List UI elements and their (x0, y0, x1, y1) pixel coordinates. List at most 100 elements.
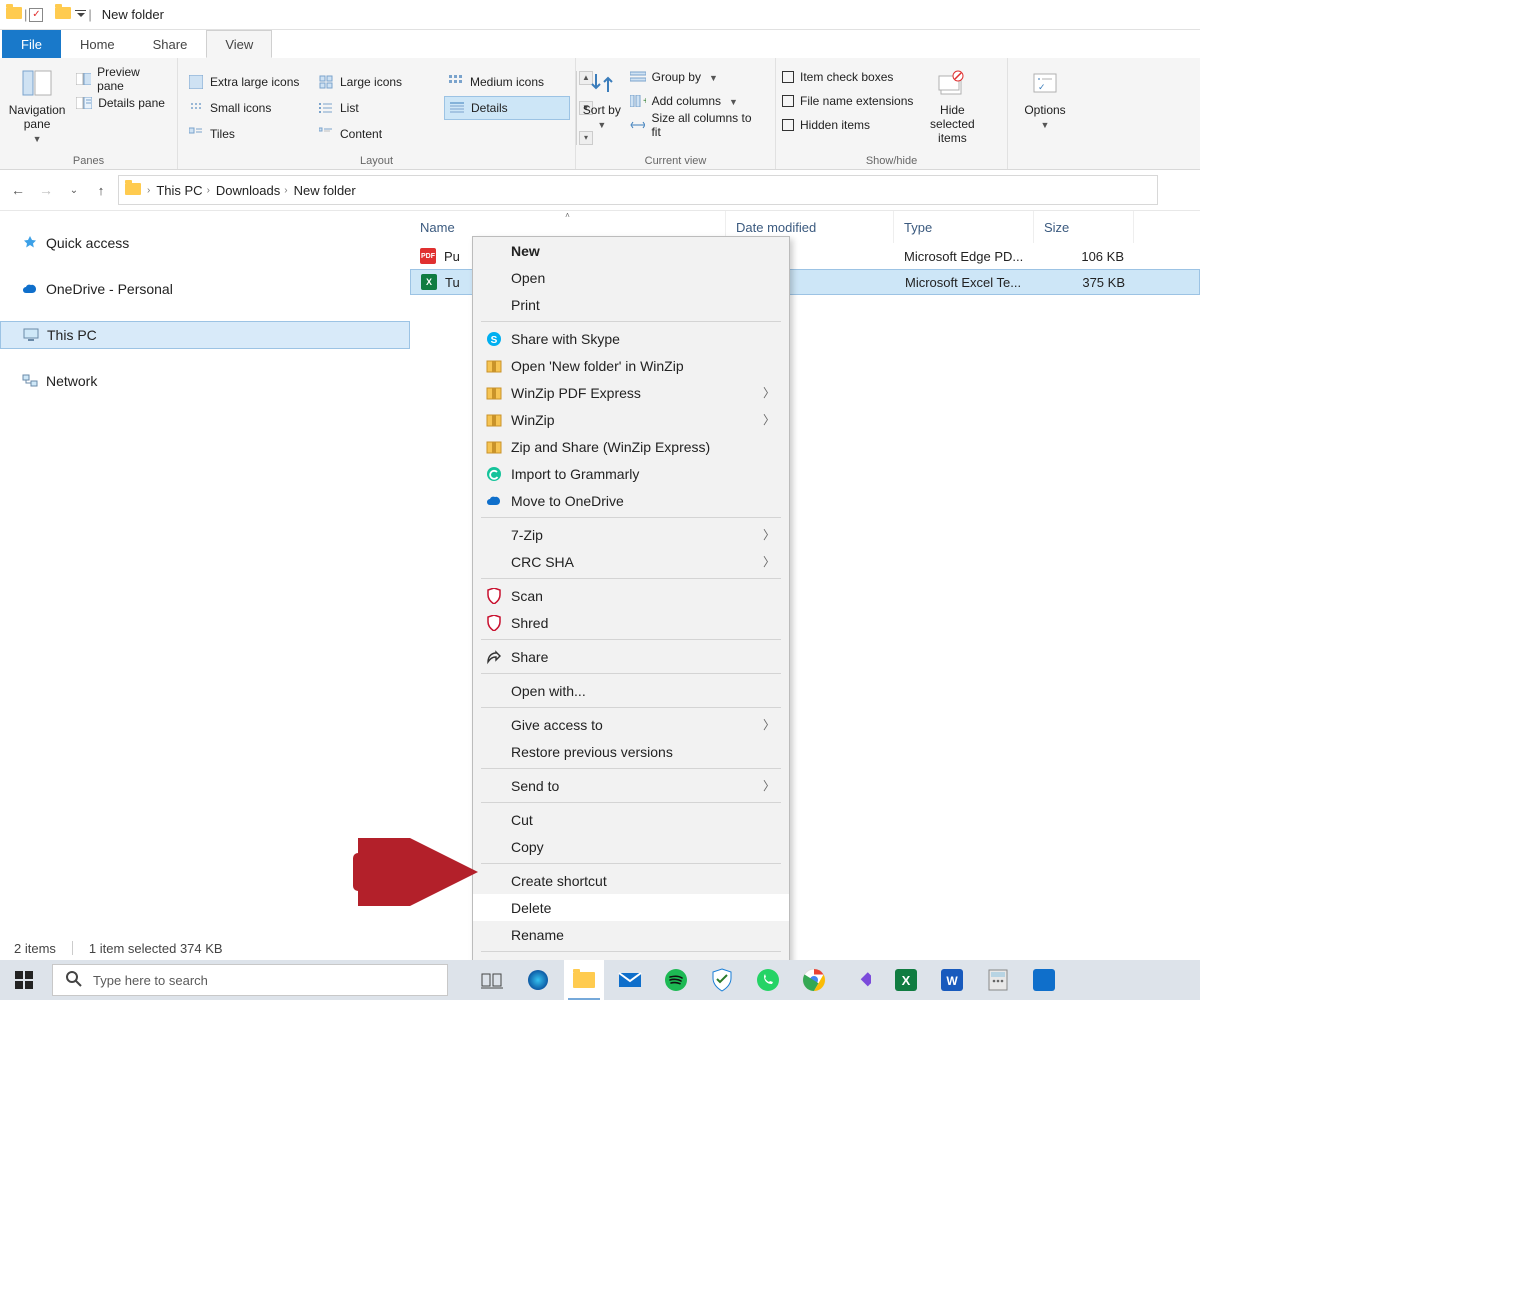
tab-view[interactable]: View (206, 30, 272, 58)
taskbar-spotify[interactable] (656, 960, 696, 1000)
sort-by-button[interactable]: Sort by ▼ (582, 62, 622, 130)
chevron-right-icon: 〉 (763, 411, 775, 428)
folder-icon-2 (55, 7, 71, 23)
context-menu-item[interactable]: Import to Grammarly (473, 460, 789, 487)
breadcrumb-this-pc[interactable]: This PC› (156, 183, 210, 198)
check-hidden-items[interactable]: Hidden items (782, 114, 913, 136)
layout-medium-icons[interactable]: Medium icons (444, 70, 570, 94)
context-menu-item[interactable]: Create shortcut (473, 867, 789, 894)
taskbar-app-purple[interactable] (840, 960, 880, 1000)
sort-ascending-icon: ˄ (565, 211, 570, 220)
options-button[interactable]: ✓ Options ▼ (1014, 62, 1076, 130)
context-menu-item[interactable]: CRC SHA〉 (473, 548, 789, 575)
add-columns-button[interactable]: +Add columns▼ (628, 90, 769, 112)
ribbon: Navigation pane ▼ Preview pane Details p… (0, 58, 1200, 170)
file-type: Microsoft Excel Te... (905, 275, 1021, 290)
sidebar-item-network[interactable]: Network (0, 367, 410, 395)
sidebar-item-quick-access[interactable]: Quick access (0, 229, 410, 257)
file-name: Pu (444, 249, 460, 264)
excel-icon: X (421, 274, 437, 290)
context-menu-item[interactable]: Restore previous versions (473, 738, 789, 765)
breadcrumb-downloads[interactable]: Downloads› (216, 183, 288, 198)
tab-file[interactable]: File (2, 30, 61, 58)
context-menu-item[interactable]: WinZip PDF Express〉 (473, 379, 789, 406)
context-menu-item[interactable]: Send to〉 (473, 772, 789, 799)
skype-icon: S (483, 331, 505, 347)
context-menu-item[interactable]: Zip and Share (WinZip Express) (473, 433, 789, 460)
taskbar-word[interactable]: W (932, 960, 972, 1000)
context-menu-item[interactable]: Move to OneDrive (473, 487, 789, 514)
tab-share[interactable]: Share (134, 30, 207, 58)
nav-back-button[interactable]: ← (8, 180, 28, 200)
group-by-button[interactable]: Group by▼ (628, 66, 769, 88)
layout-list[interactable]: List (314, 96, 440, 120)
context-menu-item[interactable]: Copy (473, 833, 789, 860)
taskbar-excel[interactable]: X (886, 960, 926, 1000)
context-menu-item[interactable]: Open (473, 264, 789, 291)
nav-up-button[interactable]: ↑ (92, 181, 110, 199)
context-menu-item[interactable]: Delete (473, 894, 789, 921)
qat-customize-dropdown[interactable] (75, 7, 86, 22)
hide-selected-button[interactable]: Hide selected items (919, 62, 985, 145)
column-header-size[interactable]: Size (1034, 211, 1134, 243)
breadcrumb-new-folder[interactable]: New folder (294, 183, 356, 198)
layout-tiles[interactable]: Tiles (184, 122, 310, 146)
taskbar-file-explorer[interactable] (564, 960, 604, 1000)
mcafee-icon (483, 615, 505, 631)
taskbar-whatsapp[interactable] (748, 960, 788, 1000)
chevron-right-icon: 〉 (763, 553, 775, 570)
check-file-name-extensions[interactable]: File name extensions (782, 90, 913, 112)
context-menu-item[interactable]: WinZip〉 (473, 406, 789, 433)
address-bar[interactable]: › This PC› Downloads› New folder (118, 175, 1158, 205)
context-menu-label: Shred (511, 615, 775, 631)
taskbar-chrome[interactable] (794, 960, 834, 1000)
layout-large-icons[interactable]: Large icons (314, 70, 440, 94)
tab-home[interactable]: Home (61, 30, 134, 58)
window-title: New folder (102, 7, 164, 22)
qat-save-icon[interactable]: ✓ (29, 8, 43, 22)
nav-forward-button[interactable]: → (36, 180, 56, 200)
context-menu-item[interactable]: Print (473, 291, 789, 318)
context-menu-item[interactable]: Scan (473, 582, 789, 609)
details-pane-button[interactable]: Details pane (74, 92, 171, 114)
context-menu-item[interactable]: Cut (473, 806, 789, 833)
context-menu-item[interactable]: Share (473, 643, 789, 670)
start-button[interactable] (2, 960, 46, 1000)
context-menu-label: Move to OneDrive (511, 493, 775, 509)
layout-small-icons[interactable]: Small icons (184, 96, 310, 120)
layout-content[interactable]: Content (314, 122, 440, 146)
taskbar-security[interactable] (702, 960, 742, 1000)
context-menu-label: New (511, 243, 775, 259)
taskbar-task-view[interactable] (472, 960, 512, 1000)
navigation-pane-button[interactable]: Navigation pane ▼ (6, 62, 68, 144)
sidebar-item-onedrive[interactable]: OneDrive - Personal (0, 275, 410, 303)
context-menu-item[interactable]: SShare with Skype (473, 325, 789, 352)
context-menu-label: Rename (511, 927, 775, 943)
context-menu: New OpenPrint SShare with SkypeOpen 'New f… (472, 236, 790, 983)
context-menu-item[interactable]: 7-Zip〉 (473, 521, 789, 548)
taskbar-search[interactable]: Type here to search (52, 964, 448, 996)
context-menu-item[interactable]: Shred (473, 609, 789, 636)
check-item-check-boxes[interactable]: Item check boxes (782, 66, 913, 88)
pdf-icon: PDF (420, 248, 436, 264)
nav-recent-dropdown[interactable]: ⌄ (64, 180, 84, 200)
column-header-type[interactable]: Type (894, 211, 1034, 243)
layout-details[interactable]: Details (444, 96, 570, 120)
preview-pane-button[interactable]: Preview pane (74, 68, 171, 90)
mcafee-icon (483, 588, 505, 604)
size-columns-fit-button[interactable]: Size all columns to fit (628, 114, 769, 136)
taskbar-edge[interactable] (518, 960, 558, 1000)
context-menu-item[interactable]: Open with... (473, 677, 789, 704)
context-menu-item[interactable]: New (473, 237, 789, 264)
taskbar-mail[interactable] (610, 960, 650, 1000)
context-menu-item[interactable]: Give access to〉 (473, 711, 789, 738)
context-menu-item[interactable]: Rename (473, 921, 789, 948)
context-menu-item[interactable]: Open 'New folder' in WinZip (473, 352, 789, 379)
layout-extra-large-icons[interactable]: Extra large icons (184, 70, 310, 94)
navigation-sidebar: Quick access OneDrive - Personal This PC… (0, 211, 410, 922)
sidebar-item-this-pc[interactable]: This PC (0, 321, 410, 349)
context-menu-label: Open with... (511, 683, 775, 699)
taskbar-app-blue[interactable] (1024, 960, 1064, 1000)
taskbar-calculator[interactable] (978, 960, 1018, 1000)
context-menu-label: Zip and Share (WinZip Express) (511, 439, 775, 455)
